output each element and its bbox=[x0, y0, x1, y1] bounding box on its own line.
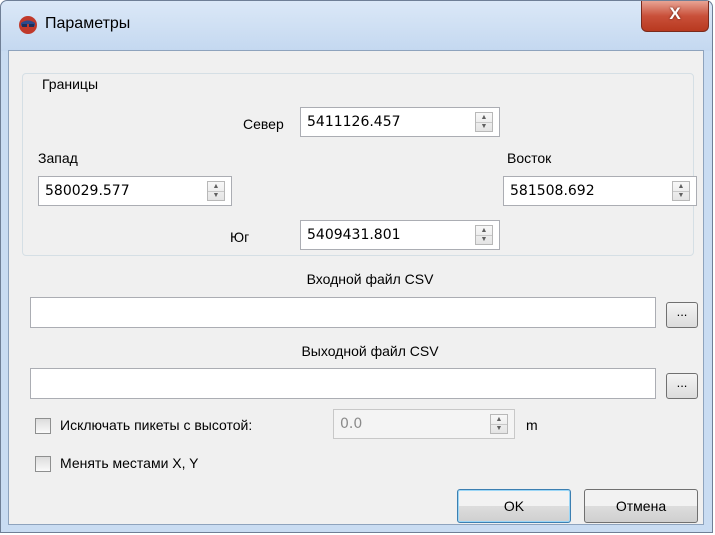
east-label: Восток bbox=[507, 150, 552, 166]
app-globe-icon bbox=[19, 16, 37, 34]
exclude-height-value: 0.0 bbox=[340, 416, 363, 432]
exclude-label: Исключать пикеты с высотой: bbox=[60, 417, 253, 433]
south-label: Юг bbox=[230, 229, 250, 245]
exclude-checkbox[interactable] bbox=[35, 418, 51, 434]
west-label: Запад bbox=[38, 150, 78, 166]
close-icon: X bbox=[669, 4, 681, 23]
close-button[interactable]: X bbox=[641, 1, 709, 32]
east-spin-arrows[interactable]: ▲ ▼ bbox=[672, 181, 690, 201]
bounds-group-title: Границы bbox=[40, 76, 100, 92]
east-spinbox[interactable]: 581508.692 ▲ ▼ bbox=[503, 176, 697, 206]
north-spinbox[interactable]: 5411126.457 ▲ ▼ bbox=[300, 107, 500, 137]
input-csv-browse-button[interactable]: ... bbox=[666, 302, 698, 328]
east-value: 581508.692 bbox=[510, 183, 595, 199]
cancel-button[interactable]: Отмена bbox=[584, 489, 698, 523]
swap-xy-label: Менять местами X, Y bbox=[60, 455, 199, 471]
south-spin-arrows[interactable]: ▲ ▼ bbox=[475, 225, 493, 245]
west-spin-arrows[interactable]: ▲ ▼ bbox=[207, 181, 225, 201]
spin-down-icon[interactable]: ▼ bbox=[208, 191, 224, 200]
exclude-spin-arrows[interactable]: ▲ ▼ bbox=[490, 414, 508, 434]
exclude-unit: m bbox=[526, 417, 538, 433]
input-csv-field[interactable] bbox=[30, 297, 656, 328]
output-csv-browse-button[interactable]: ... bbox=[666, 373, 698, 399]
spin-down-icon[interactable]: ▼ bbox=[476, 122, 492, 131]
swap-xy-checkbox[interactable] bbox=[35, 456, 51, 472]
exclude-height-spinbox[interactable]: 0.0 ▲ ▼ bbox=[333, 409, 515, 439]
title-bar[interactable]: Параметры X bbox=[1, 1, 712, 51]
ok-button[interactable]: OK bbox=[457, 489, 571, 523]
north-value: 5411126.457 bbox=[307, 114, 401, 130]
south-spinbox[interactable]: 5409431.801 ▲ ▼ bbox=[300, 220, 500, 250]
south-value: 5409431.801 bbox=[307, 227, 401, 243]
north-spin-arrows[interactable]: ▲ ▼ bbox=[475, 112, 493, 132]
spin-down-icon[interactable]: ▼ bbox=[476, 235, 492, 244]
output-csv-field[interactable] bbox=[30, 368, 656, 399]
west-value: 580029.577 bbox=[45, 183, 130, 199]
output-csv-label: Выходной файл CSV bbox=[301, 343, 439, 359]
north-label: Север bbox=[243, 116, 284, 132]
west-spinbox[interactable]: 580029.577 ▲ ▼ bbox=[38, 176, 232, 206]
spin-down-icon[interactable]: ▼ bbox=[673, 191, 689, 200]
spin-down-icon[interactable]: ▼ bbox=[491, 424, 507, 433]
window-title: Параметры bbox=[45, 15, 131, 32]
input-csv-label: Входной файл CSV bbox=[306, 271, 434, 287]
